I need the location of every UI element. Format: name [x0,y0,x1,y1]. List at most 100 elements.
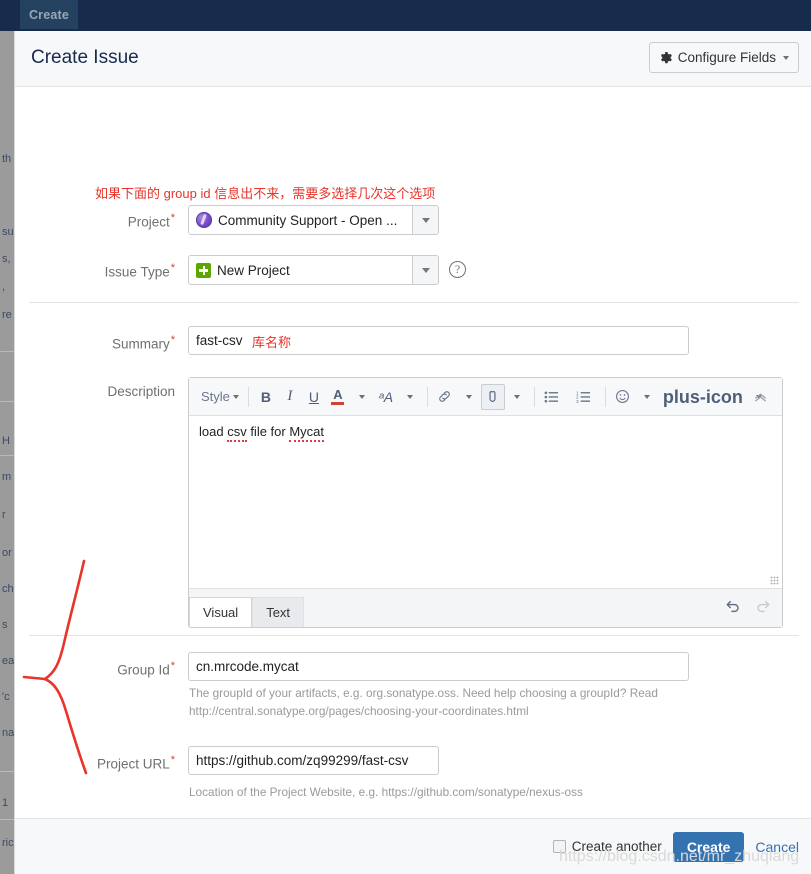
page-title: Create Issue [31,47,139,69]
description-editor-frame: Style B I U A ᵃA [188,377,783,628]
create-issue-dialog: Create Issue Configure Fields 如果下面的 grou… [14,31,811,874]
resize-grip-icon[interactable] [770,576,779,585]
description-input[interactable]: load csv file for Mycat [189,416,782,588]
configure-fields-label: Configure Fields [678,50,776,65]
background-text-fragment: 1 [2,797,8,809]
section-divider [29,302,799,303]
nav-create-button[interactable]: Create [20,0,78,29]
configure-fields-button[interactable]: Configure Fields [649,42,799,73]
project-select-value: Community Support - Open ... [218,213,397,228]
chevron-down-icon [783,56,789,60]
dialog-form-body: 如果下面的 group id 信息出不来，需要多选择几次这个选项 Project… [15,87,811,849]
editor-toolbar: Style B I U A ᵃA [189,378,782,416]
editor-footer: Visual Text [189,588,782,627]
issue-type-help-icon[interactable]: ? [449,261,466,278]
background-page-strip: th su s, , re H m r or ch s ea 'c na 1 r… [0,31,14,874]
background-text-fragment: su [2,226,14,238]
bullet-list-icon[interactable] [540,384,564,410]
background-text-fragment: r [2,509,6,521]
text-color-dropdown[interactable] [350,384,374,410]
emoji-dropdown[interactable] [635,384,659,410]
undo-icon[interactable] [724,598,741,619]
background-text-fragment: th [2,153,11,165]
project-url-help: Location of the Project Website, e.g. ht… [189,784,583,801]
create-another-checkbox[interactable]: Create another [553,839,662,854]
background-text-fragment: ch [2,583,14,595]
toolbar-separator [605,387,606,407]
emoji-icon[interactable] [611,384,635,410]
project-select[interactable]: Community Support - Open ... [188,205,439,235]
project-avatar-icon [196,212,212,228]
project-url-input[interactable]: https://github.com/zq99299/fast-csv [188,746,439,775]
checkbox-icon[interactable] [553,840,566,853]
description-text-part: load [199,424,227,439]
section-divider [29,635,799,636]
chevron-down-icon [407,395,413,399]
background-color-button[interactable]: ᵃA [374,384,398,410]
create-button[interactable]: Create [673,832,745,862]
description-editor-wrapper: Style B I U A ᵃA [188,321,783,628]
description-text-misspelled: Mycat [289,424,324,442]
link-dropdown[interactable] [457,384,481,410]
group-id-input-value: cn.mrcode.mycat [196,659,299,674]
toolbar-separator [427,387,428,407]
required-star: * [171,660,175,672]
tab-visual[interactable]: Visual [189,597,252,627]
text-color-button[interactable]: A [326,384,350,410]
green-plus-icon [196,263,211,278]
group-id-input[interactable]: cn.mrcode.mycat [188,652,689,681]
chevron-down-icon [644,395,650,399]
style-dropdown-button[interactable]: Style [197,384,243,410]
chevron-down-icon [514,395,520,399]
numbered-list-icon[interactable]: 1 2 3 [572,384,596,410]
issue-type-select[interactable]: New Project [188,255,439,285]
attachment-dropdown[interactable] [505,384,529,410]
collapse-toolbar-icon[interactable] [748,384,772,410]
create-another-label: Create another [572,839,662,854]
toolbar-separator [248,387,249,407]
attachment-icon[interactable] [481,384,505,410]
group-id-help-line1: The groupId of your artifacts, e.g. org.… [189,685,658,702]
project-url-label: Project URL* [55,754,175,772]
required-star: * [171,754,175,766]
description-text-part: file for [247,424,290,439]
background-text-fragment: m [2,471,11,483]
description-label: Description [55,384,175,399]
tab-text[interactable]: Text [252,597,304,627]
background-text-fragment: s [2,619,8,631]
chevron-down-icon [422,218,430,223]
project-label: Project* [55,212,175,230]
text-color-swatch [331,402,344,405]
issue-type-select-arrow[interactable] [412,256,438,284]
background-color-dropdown[interactable] [398,384,422,410]
summary-label: Summary* [55,334,175,352]
redo-icon[interactable] [755,598,772,619]
gear-icon [659,51,673,65]
underline-button[interactable]: U [302,384,326,410]
top-navigation-bar: Create [0,0,811,31]
bold-button[interactable]: B [254,384,278,410]
required-star: * [171,334,175,346]
background-text-fragment: ric [2,837,14,849]
background-text-fragment: or [2,547,12,559]
text-color-letter: A [333,388,342,401]
background-divider [0,401,14,402]
background-text-fragment: s, [2,253,11,265]
required-star: * [171,262,175,274]
project-select-arrow[interactable] [412,206,438,234]
chevron-down-icon [233,395,239,399]
italic-button[interactable]: I [278,384,302,410]
background-text-fragment: re [2,309,12,321]
background-divider [0,771,14,772]
required-star: * [171,212,175,224]
chevron-down-icon [422,268,430,273]
background-text-fragment: ea [2,655,14,667]
issue-type-select-value: New Project [217,263,290,278]
background-text-fragment: 'c [2,691,10,703]
toolbar-separator [534,387,535,407]
background-text-fragment: , [2,281,5,293]
cancel-button[interactable]: Cancel [755,839,799,855]
link-icon[interactable] [433,384,457,410]
insert-plus-icon[interactable]: plus-icon [659,384,747,410]
background-text-fragment: na [2,727,14,739]
